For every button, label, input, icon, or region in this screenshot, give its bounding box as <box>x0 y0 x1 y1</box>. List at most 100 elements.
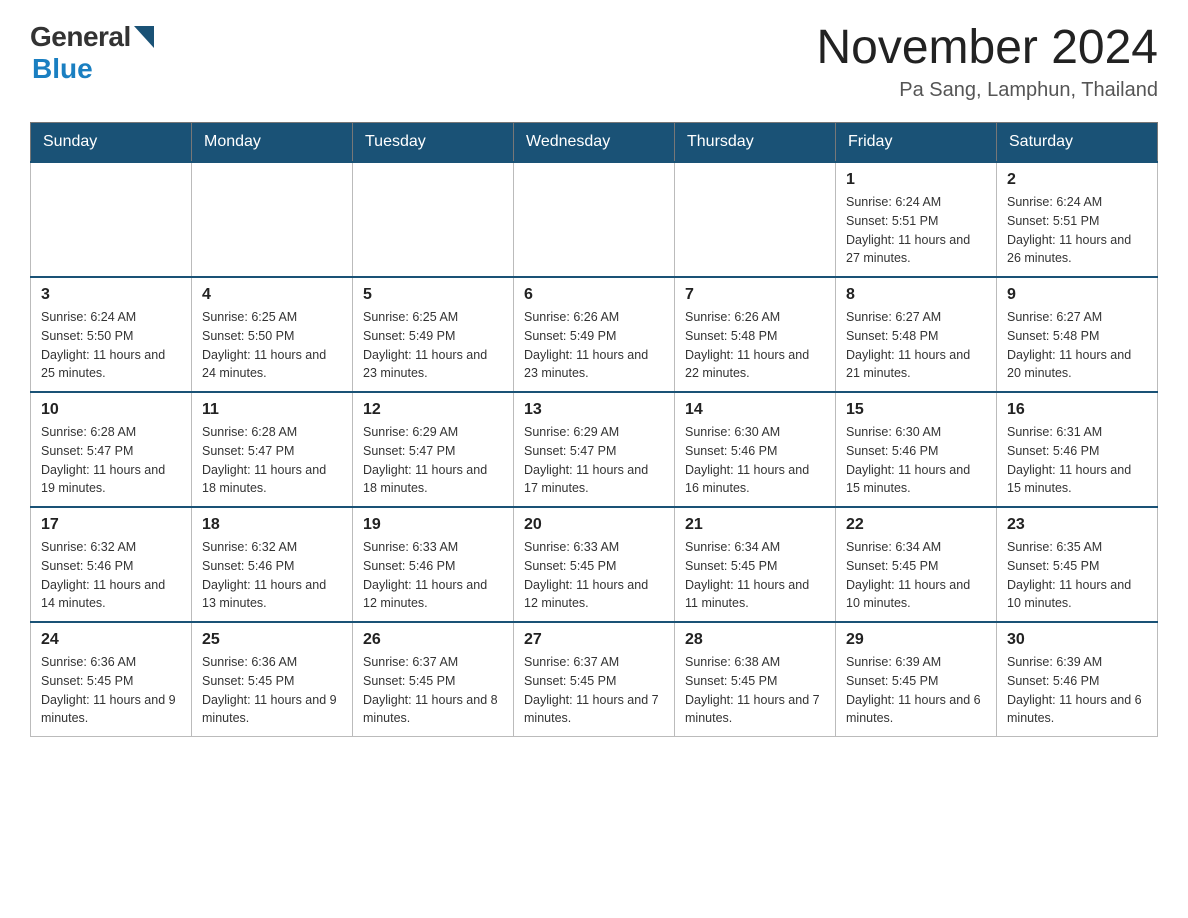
table-row <box>514 162 675 277</box>
calendar-week-3: 10Sunrise: 6:28 AMSunset: 5:47 PMDayligh… <box>31 392 1158 507</box>
day-number: 20 <box>524 516 664 534</box>
day-info: Sunset: 5:45 PM <box>524 557 664 576</box>
table-row: 1 Sunrise: 6:24 AMSunset: 5:51 PMDaylight… <box>836 162 997 277</box>
table-row: 18Sunrise: 6:32 AMSunset: 5:46 PMDayligh… <box>192 507 353 622</box>
weekday-header-sunday: Sunday <box>31 123 192 163</box>
weekday-header-saturday: Saturday <box>997 123 1158 163</box>
day-info: Daylight: 11 hours and 26 minutes. <box>1007 231 1147 269</box>
day-info: Sunrise: 6:33 AM <box>363 538 503 557</box>
table-row: 29 Sunrise: 6:39 AMSunset: 5:45 PMDayligh… <box>836 622 997 737</box>
day-number: 3 <box>41 286 181 304</box>
table-row: 11Sunrise: 6:28 AMSunset: 5:47 PMDayligh… <box>192 392 353 507</box>
day-info: Sunrise: 6:38 AM <box>685 653 825 672</box>
day-info: Sunset: 5:45 PM <box>846 672 986 691</box>
day-number: 11 <box>202 401 342 419</box>
day-info: Daylight: 11 hours and 11 minutes. <box>685 576 825 614</box>
day-info: Daylight: 11 hours and 14 minutes. <box>41 576 181 614</box>
day-info: Sunrise: 6:35 AM <box>1007 538 1147 557</box>
day-info: Sunset: 5:45 PM <box>363 672 503 691</box>
month-title: November 2024 <box>816 20 1158 75</box>
day-info: Daylight: 11 hours and 9 minutes. <box>202 691 342 729</box>
weekday-header-row: SundayMondayTuesdayWednesdayThursdayFrid… <box>31 123 1158 163</box>
day-info: Sunrise: 6:32 AM <box>41 538 181 557</box>
day-number: 1 <box>846 171 986 189</box>
day-info: Sunset: 5:47 PM <box>363 442 503 461</box>
day-info: Sunset: 5:51 PM <box>846 212 986 231</box>
day-info: Sunrise: 6:29 AM <box>524 423 664 442</box>
day-info: Sunset: 5:45 PM <box>846 557 986 576</box>
table-row: 2Sunrise: 6:24 AMSunset: 5:51 PMDaylight… <box>997 162 1158 277</box>
table-row: 27Sunrise: 6:37 AMSunset: 5:45 PMDayligh… <box>514 622 675 737</box>
table-row: 21Sunrise: 6:34 AMSunset: 5:45 PMDayligh… <box>675 507 836 622</box>
day-info: Sunrise: 6:31 AM <box>1007 423 1147 442</box>
day-info: Sunrise: 6:30 AM <box>846 423 986 442</box>
day-number: 13 <box>524 401 664 419</box>
day-number: 6 <box>524 286 664 304</box>
table-row: 20Sunrise: 6:33 AMSunset: 5:45 PMDayligh… <box>514 507 675 622</box>
day-number: 5 <box>363 286 503 304</box>
day-info: Sunrise: 6:25 AM <box>363 308 503 327</box>
day-info: Daylight: 11 hours and 15 minutes. <box>846 461 986 499</box>
weekday-header-wednesday: Wednesday <box>514 123 675 163</box>
day-number: 2 <box>1007 171 1147 189</box>
table-row: 25Sunrise: 6:36 AMSunset: 5:45 PMDayligh… <box>192 622 353 737</box>
day-info: Sunrise: 6:30 AM <box>685 423 825 442</box>
day-info: Sunset: 5:46 PM <box>41 557 181 576</box>
day-info: Sunset: 5:45 PM <box>202 672 342 691</box>
day-info: Sunset: 5:46 PM <box>1007 672 1147 691</box>
day-info: Daylight: 11 hours and 10 minutes. <box>1007 576 1147 614</box>
table-row: 4Sunrise: 6:25 AMSunset: 5:50 PMDaylight… <box>192 277 353 392</box>
day-info: Sunrise: 6:24 AM <box>41 308 181 327</box>
day-info: Sunset: 5:47 PM <box>41 442 181 461</box>
day-info: Daylight: 11 hours and 8 minutes. <box>363 691 503 729</box>
day-info: Daylight: 11 hours and 13 minutes. <box>202 576 342 614</box>
day-number: 17 <box>41 516 181 534</box>
table-row: 19Sunrise: 6:33 AMSunset: 5:46 PMDayligh… <box>353 507 514 622</box>
table-row: 23Sunrise: 6:35 AMSunset: 5:45 PMDayligh… <box>997 507 1158 622</box>
day-number: 14 <box>685 401 825 419</box>
day-info: Sunset: 5:48 PM <box>685 327 825 346</box>
day-info: Daylight: 11 hours and 15 minutes. <box>1007 461 1147 499</box>
day-info: Daylight: 11 hours and 7 minutes. <box>524 691 664 729</box>
day-info: Sunrise: 6:39 AM <box>1007 653 1147 672</box>
day-info: Sunrise: 6:36 AM <box>41 653 181 672</box>
day-number: 10 <box>41 401 181 419</box>
day-number: 28 <box>685 631 825 649</box>
day-info: Sunrise: 6:37 AM <box>363 653 503 672</box>
calendar-table: SundayMondayTuesdayWednesdayThursdayFrid… <box>30 122 1158 737</box>
table-row: 3Sunrise: 6:24 AMSunset: 5:50 PMDaylight… <box>31 277 192 392</box>
day-info: Sunset: 5:45 PM <box>41 672 181 691</box>
day-info: Daylight: 11 hours and 24 minutes. <box>202 346 342 384</box>
day-info: Daylight: 11 hours and 6 minutes. <box>846 691 986 729</box>
day-info: Daylight: 11 hours and 27 minutes. <box>846 231 986 269</box>
day-info: Sunset: 5:46 PM <box>685 442 825 461</box>
day-info: Sunset: 5:45 PM <box>685 672 825 691</box>
day-info: Daylight: 11 hours and 9 minutes. <box>41 691 181 729</box>
day-info: Sunrise: 6:29 AM <box>363 423 503 442</box>
table-row: 30 Sunrise: 6:39 AMSunset: 5:46 PMDayligh… <box>997 622 1158 737</box>
table-row: 12Sunrise: 6:29 AMSunset: 5:47 PMDayligh… <box>353 392 514 507</box>
weekday-header-friday: Friday <box>836 123 997 163</box>
day-info: Sunrise: 6:39 AM <box>846 653 986 672</box>
day-info: Sunrise: 6:37 AM <box>524 653 664 672</box>
day-number: 16 <box>1007 401 1147 419</box>
day-info: Sunset: 5:51 PM <box>1007 212 1147 231</box>
table-row: 5Sunrise: 6:25 AMSunset: 5:49 PMDaylight… <box>353 277 514 392</box>
table-row: 16Sunrise: 6:31 AMSunset: 5:46 PMDayligh… <box>997 392 1158 507</box>
weekday-header-tuesday: Tuesday <box>353 123 514 163</box>
day-info: Daylight: 11 hours and 6 minutes. <box>1007 691 1147 729</box>
day-info: Sunrise: 6:24 AM <box>846 193 986 212</box>
day-info: Daylight: 11 hours and 16 minutes. <box>685 461 825 499</box>
day-info: Daylight: 11 hours and 12 minutes. <box>363 576 503 614</box>
day-info: Sunset: 5:45 PM <box>524 672 664 691</box>
day-info: Sunrise: 6:34 AM <box>685 538 825 557</box>
table-row: 9Sunrise: 6:27 AMSunset: 5:48 PMDaylight… <box>997 277 1158 392</box>
calendar-week-4: 17Sunrise: 6:32 AMSunset: 5:46 PMDayligh… <box>31 507 1158 622</box>
day-number: 30 <box>1007 631 1147 649</box>
table-row <box>31 162 192 277</box>
table-row: 24Sunrise: 6:36 AMSunset: 5:45 PMDayligh… <box>31 622 192 737</box>
table-row: 13Sunrise: 6:29 AMSunset: 5:47 PMDayligh… <box>514 392 675 507</box>
day-number: 29 <box>846 631 986 649</box>
logo-general-text: General <box>30 21 131 53</box>
day-info: Daylight: 11 hours and 10 minutes. <box>846 576 986 614</box>
